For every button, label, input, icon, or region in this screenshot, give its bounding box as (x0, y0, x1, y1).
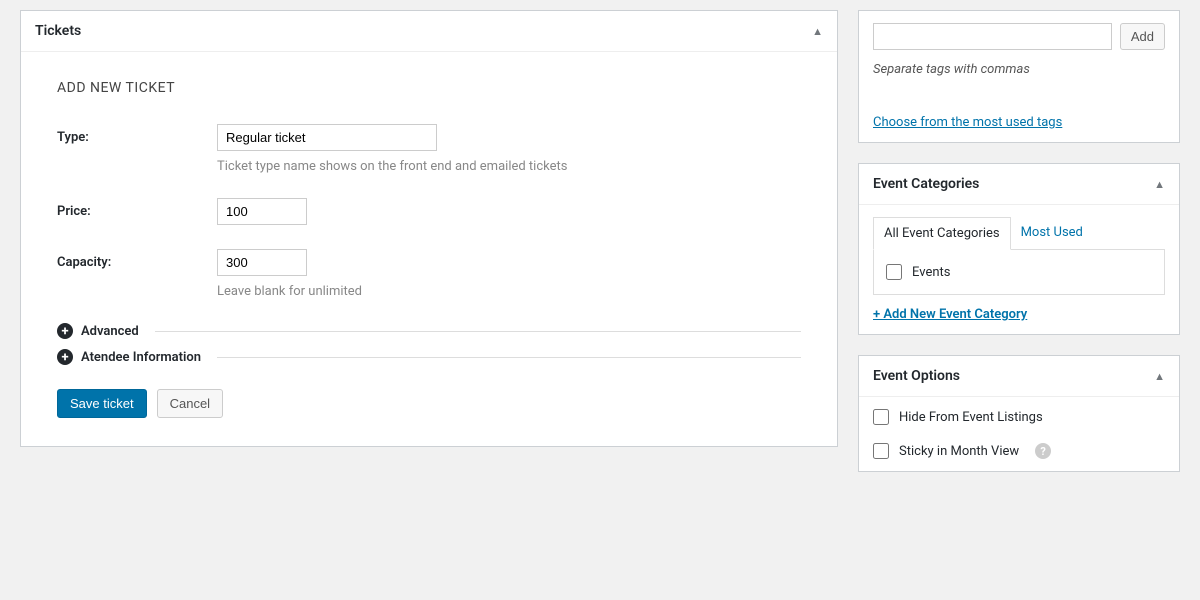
tab-most-used[interactable]: Most Used (1011, 217, 1093, 250)
add-new-ticket-heading: ADD NEW TICKET (57, 80, 801, 96)
collapse-icon: ▲ (1154, 370, 1165, 383)
price-input[interactable] (217, 198, 307, 225)
category-label: Events (912, 265, 950, 280)
capacity-help-text: Leave blank for unlimited (217, 284, 801, 299)
plus-icon: + (57, 349, 73, 365)
add-category-link[interactable]: + Add New Event Category (873, 307, 1027, 322)
hide-label: Hide From Event Listings (899, 410, 1043, 425)
help-icon[interactable]: ? (1035, 443, 1051, 459)
tickets-panel-header[interactable]: Tickets ▲ (21, 11, 837, 52)
type-input[interactable] (217, 124, 437, 151)
event-options-header[interactable]: Event Options ▲ (859, 356, 1179, 397)
add-tag-button[interactable]: Add (1120, 23, 1165, 50)
collapse-icon: ▲ (812, 25, 823, 38)
event-categories-panel: Event Categories ▲ All Event Categories … (858, 163, 1180, 335)
choose-tags-link[interactable]: Choose from the most used tags (873, 115, 1062, 130)
divider (155, 331, 801, 332)
sticky-checkbox[interactable] (873, 443, 889, 459)
tags-help-text: Separate tags with commas (873, 62, 1165, 77)
sticky-month-row[interactable]: Sticky in Month View ? (873, 443, 1165, 459)
plus-icon: + (57, 323, 73, 339)
save-ticket-button[interactable]: Save ticket (57, 389, 147, 418)
capacity-input[interactable] (217, 249, 307, 276)
collapse-icon: ▲ (1154, 178, 1165, 191)
tags-input[interactable] (873, 23, 1112, 50)
price-label: Price: (57, 198, 217, 219)
event-categories-header[interactable]: Event Categories ▲ (859, 164, 1179, 205)
hide-from-listings-row[interactable]: Hide From Event Listings (873, 409, 1165, 425)
event-options-title: Event Options (873, 368, 960, 384)
attendee-info-toggle[interactable]: + Atendee Information (57, 349, 801, 365)
tab-all-categories[interactable]: All Event Categories (873, 217, 1011, 250)
category-item[interactable]: Events (886, 264, 1152, 280)
tickets-panel-title: Tickets (35, 23, 81, 39)
advanced-label: Advanced (81, 324, 139, 339)
hide-checkbox[interactable] (873, 409, 889, 425)
tickets-panel: Tickets ▲ ADD NEW TICKET Type: Ticket ty… (20, 10, 838, 447)
event-options-panel: Event Options ▲ Hide From Event Listings… (858, 355, 1180, 472)
tags-panel: Add Separate tags with commas Choose fro… (858, 10, 1180, 143)
category-checkbox[interactable] (886, 264, 902, 280)
sticky-label: Sticky in Month View (899, 444, 1019, 459)
event-categories-title: Event Categories (873, 176, 979, 192)
divider (217, 357, 801, 358)
categories-list: Events (873, 249, 1165, 295)
cancel-button[interactable]: Cancel (157, 389, 223, 418)
type-help-text: Ticket type name shows on the front end … (217, 159, 801, 174)
attendee-label: Atendee Information (81, 350, 201, 365)
capacity-label: Capacity: (57, 249, 217, 270)
type-label: Type: (57, 124, 217, 145)
advanced-toggle[interactable]: + Advanced (57, 323, 801, 339)
